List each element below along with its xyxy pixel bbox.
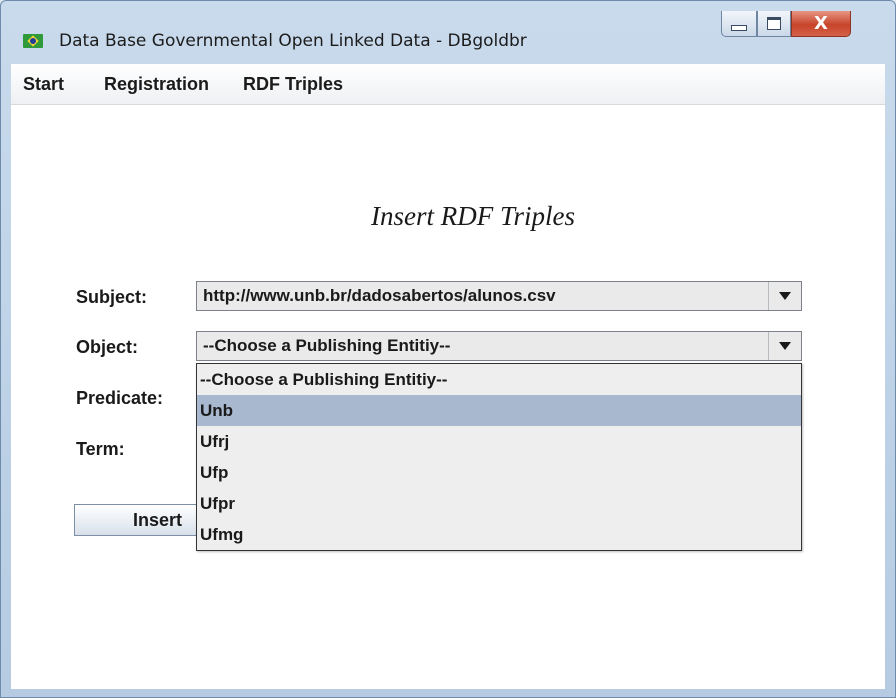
menu-registration[interactable]: Registration	[104, 74, 209, 95]
minimize-button[interactable]	[721, 11, 757, 37]
subject-label: Subject:	[76, 287, 148, 307]
predicate-label: Predicate:	[76, 388, 164, 408]
title-bar[interactable]: Data Base Governmental Open Linked Data …	[1, 1, 895, 63]
dropdown-option[interactable]: Ufrj	[197, 426, 801, 457]
brazil-flag-icon	[23, 34, 43, 48]
dropdown-option[interactable]: --Choose a Publishing Entitiy--	[197, 364, 801, 395]
object-select[interactable]: --Choose a Publishing Entitiy--	[196, 331, 802, 361]
dropdown-option[interactable]: Ufp	[197, 457, 801, 488]
term-label: Term:	[76, 439, 125, 459]
insert-button[interactable]: Insert	[74, 504, 214, 536]
maximize-icon	[767, 17, 781, 30]
object-label: Object:	[76, 337, 139, 357]
dropdown-option[interactable]: Ufmg	[197, 519, 801, 550]
page-title: Insert RDF Triples	[371, 201, 576, 231]
subject-dropdown-button[interactable]	[768, 282, 801, 310]
minimize-icon	[731, 24, 747, 31]
object-value: --Choose a Publishing Entitiy--	[203, 336, 451, 355]
app-window: Data Base Governmental Open Linked Data …	[0, 0, 896, 698]
close-button[interactable]: X	[791, 11, 851, 37]
menu-start[interactable]: Start	[23, 74, 64, 95]
subject-value: http://www.unb.br/dadosabertos/alunos.cs…	[203, 286, 556, 305]
subject-select[interactable]: http://www.unb.br/dadosabertos/alunos.cs…	[196, 281, 802, 311]
dropdown-option[interactable]: Ufpr	[197, 488, 801, 519]
menu-rdf-triples[interactable]: RDF Triples	[243, 74, 343, 95]
object-dropdown-list: --Choose a Publishing Entitiy-- Unb Ufrj…	[196, 363, 802, 551]
chevron-down-icon	[779, 292, 791, 300]
dropdown-option-selected[interactable]: Unb	[197, 395, 801, 426]
chevron-down-icon	[779, 342, 791, 350]
close-icon: X	[814, 12, 828, 34]
menu-bar: Start Registration RDF Triples	[11, 64, 885, 105]
object-dropdown-button[interactable]	[768, 332, 801, 360]
form-panel: Insert RDF Triples Subject: http://www.u…	[11, 105, 885, 689]
window-title: Data Base Governmental Open Linked Data …	[59, 31, 527, 51]
maximize-button[interactable]	[757, 11, 791, 37]
